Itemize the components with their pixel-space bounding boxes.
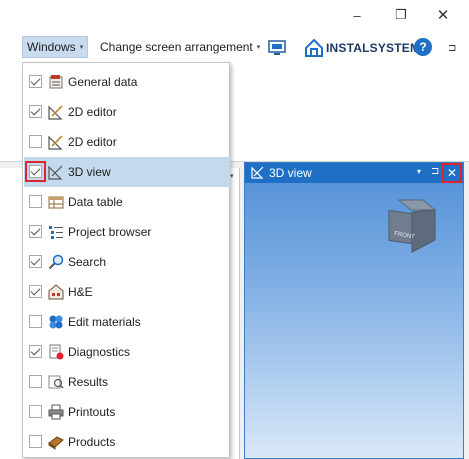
3d-view-title: 3D view [269, 166, 312, 180]
menu-item-2d-editor[interactable]: 2D editor [24, 97, 230, 127]
change-screen-arrangement-menu[interactable]: Change screen arrangement ▾ [100, 36, 260, 58]
menu-item-label: Edit materials [68, 315, 141, 329]
panel-dropdown-icon[interactable]: ▾ [230, 172, 234, 180]
menu-item-2d-editor[interactable]: 2D editor [24, 127, 230, 157]
minimize-button[interactable]: – [344, 4, 370, 26]
restore-icon: ❐ [395, 7, 407, 22]
title-bar: – ❐ ✕ [0, 0, 469, 32]
menu-item-label: Printouts [68, 405, 116, 419]
brand-logo: INSTALSYSTEM [304, 38, 420, 58]
windows-menu[interactable]: Windows ▾ [22, 36, 88, 58]
monitor-save-icon[interactable] [268, 40, 286, 59]
3d-view-icon [48, 165, 63, 180]
menu-item-label: Diagnostics [68, 345, 131, 359]
menu-item-3d-view[interactable]: 3D view [24, 157, 230, 187]
menu-item-search[interactable]: Search [24, 247, 230, 277]
3d-view-panel[interactable]: 3D view ▾ ⊐ ✕ FRONT [244, 162, 464, 459]
close-icon: ✕ [436, 7, 450, 24]
brand-name: INSTALSYSTEM [326, 41, 421, 55]
checkbox[interactable] [29, 285, 42, 298]
menu-item-label: Search [68, 255, 107, 269]
menu-item-label: Products [68, 435, 116, 449]
menu-item-products[interactable]: Products [24, 427, 230, 457]
menu-item-label: 2D editor [68, 105, 117, 119]
chevron-down-icon: ▾ [79, 44, 84, 51]
help-icon: ? [419, 40, 427, 54]
menu-item-label: 3D view [68, 165, 111, 179]
house-logo-icon [305, 38, 323, 57]
checkbox[interactable] [29, 375, 42, 388]
general-data-icon [49, 75, 63, 89]
menu-item-label: Data table [68, 195, 123, 209]
checkbox[interactable] [29, 345, 42, 358]
minimize-icon: – [353, 7, 361, 23]
checkbox[interactable] [29, 225, 42, 238]
menu-item-label: 2D editor [68, 135, 117, 149]
printer-icon [48, 404, 64, 420]
3d-view-header: 3D view ▾ ⊐ ✕ [245, 163, 463, 183]
chevron-down-icon: ▾ [256, 44, 261, 51]
diagnostics-icon [49, 344, 64, 360]
close-window-button[interactable]: ✕ [430, 4, 456, 26]
search-icon [48, 254, 64, 270]
windows-dropdown: General data 2D editor 2D editor 3D view… [22, 62, 230, 458]
menu-item-h-and-e[interactable]: H&E [24, 277, 230, 307]
data-table-icon [48, 196, 64, 209]
menu-item-label: Results [68, 375, 109, 389]
2d-editor-icon [48, 135, 63, 150]
menu-item-label: H&E [68, 285, 93, 299]
menu-item-printouts[interactable]: Printouts [24, 397, 230, 427]
materials-icon [49, 315, 63, 329]
checkbox[interactable] [29, 405, 42, 418]
close-icon: ✕ [446, 166, 458, 180]
checkbox[interactable] [29, 255, 42, 268]
menu-bar: Windows ▾ Change screen arrangement ▾ IN… [0, 32, 469, 62]
checkbox[interactable] [29, 435, 42, 448]
menu-item-results[interactable]: Results [24, 367, 230, 397]
results-icon [48, 375, 64, 389]
2d-editor-icon [48, 105, 63, 120]
3d-view-icon [251, 165, 265, 182]
restore-button[interactable]: ❐ [388, 4, 414, 26]
menu-item-diagnostics[interactable]: Diagnostics [24, 337, 230, 367]
checkbox[interactable] [29, 75, 42, 88]
view-cube-icon[interactable]: FRONT [385, 197, 437, 259]
menu-item-label: Project browser [68, 225, 152, 239]
arrange-menu-label: Change screen arrangement [100, 40, 253, 54]
chevron-down-icon[interactable]: ▾ [417, 167, 421, 176]
checkbox[interactable] [25, 161, 46, 182]
windows-menu-label: Windows [27, 40, 76, 54]
help-button[interactable]: ? [414, 38, 432, 56]
ribbon-pin-icon[interactable]: ⊐ [448, 43, 456, 54]
menu-item-label: General data [68, 75, 138, 89]
checkbox[interactable] [29, 315, 42, 328]
menu-item-edit-materials[interactable]: Edit materials [24, 307, 230, 337]
menu-item-general-data[interactable]: General data [24, 67, 230, 97]
close-3d-view-button[interactable]: ✕ [442, 163, 462, 183]
checkbox[interactable] [29, 105, 42, 118]
checkbox[interactable] [29, 135, 42, 148]
project-browser-icon [49, 226, 63, 239]
building-icon [48, 284, 64, 300]
menu-item-project-browser[interactable]: Project browser [24, 217, 230, 247]
products-icon [48, 436, 64, 450]
menu-item-data-table[interactable]: Data table [24, 187, 230, 217]
checkbox[interactable] [29, 195, 42, 208]
pin-icon[interactable]: ⊐ [431, 166, 439, 177]
